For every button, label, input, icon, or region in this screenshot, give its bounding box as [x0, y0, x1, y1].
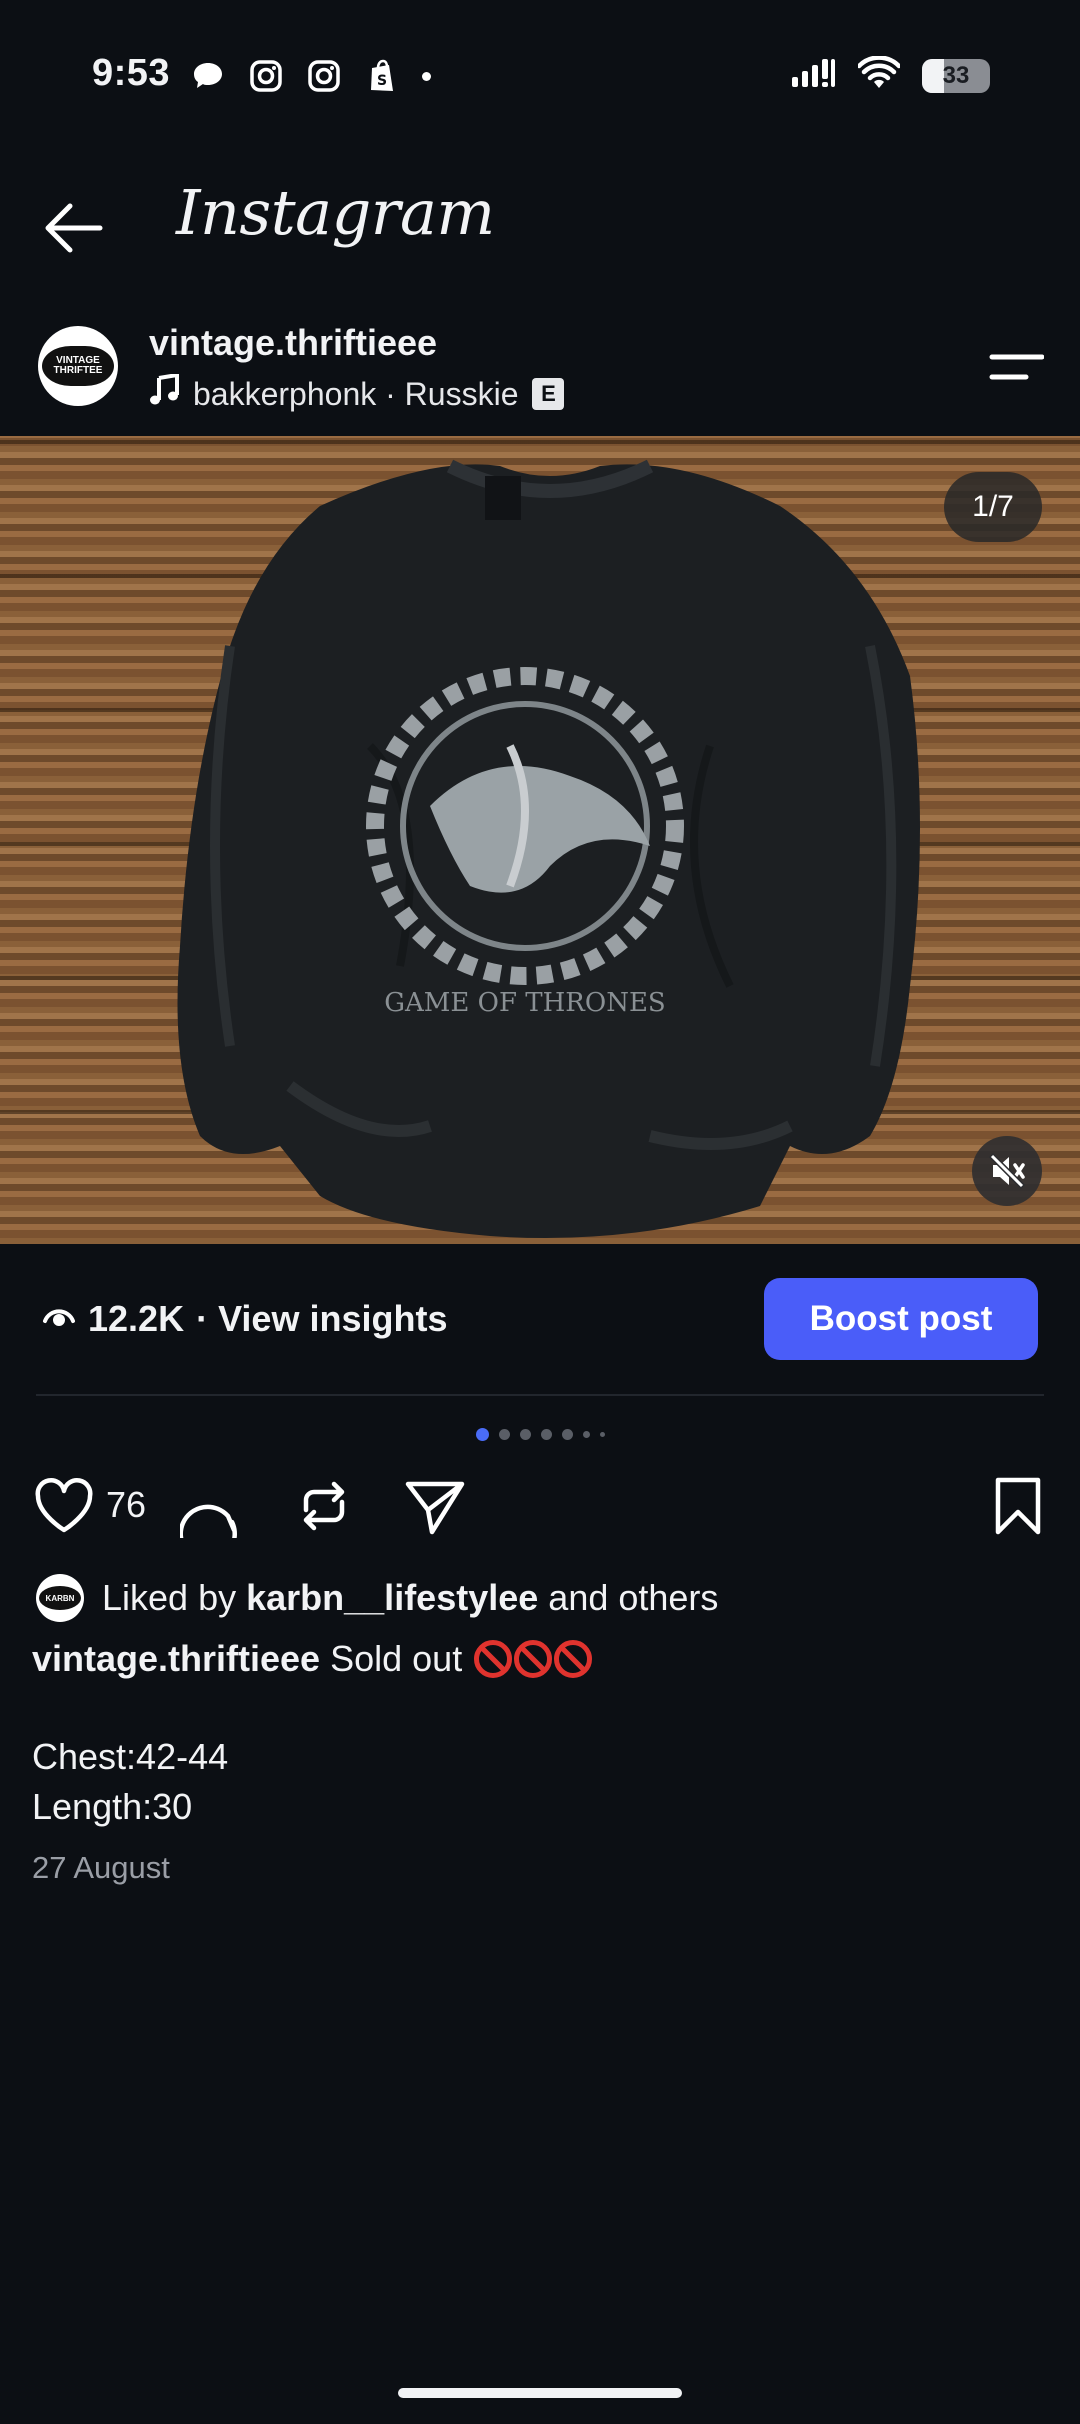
caption-text: Sold out — [330, 1638, 463, 1679]
back-arrow-icon[interactable] — [40, 196, 106, 260]
status-time: 9:53 — [92, 52, 171, 94]
carousel-dot-active — [475, 1428, 489, 1441]
bookmark-icon[interactable] — [986, 1474, 1050, 1538]
svg-text:S: S — [377, 73, 387, 89]
repost-icon[interactable] — [292, 1474, 356, 1538]
battery-icon: 33 — [922, 58, 990, 93]
status-notification-icons: S — [190, 58, 431, 94]
liked-by-user[interactable]: karbn__lifestylee — [246, 1577, 538, 1618]
like-count[interactable]: 76 — [106, 1484, 146, 1526]
shopify-icon: S — [364, 58, 400, 94]
liked-by-prefix: Liked by — [102, 1577, 237, 1618]
caption-username[interactable]: vintage.thriftieee — [32, 1638, 320, 1679]
audio-track[interactable]: bakkerphonk · Russkie E — [149, 372, 565, 414]
no-entry-emoji — [472, 1638, 593, 1679]
heart-icon[interactable] — [32, 1474, 96, 1538]
boost-post-button[interactable]: Boost post — [764, 1278, 1038, 1360]
menu-icon[interactable] — [988, 348, 1045, 388]
post-image[interactable]: GAME OF THRONES — [0, 436, 1080, 1244]
profile-avatar[interactable]: VINTAGE THRIFTEE — [38, 326, 118, 406]
more-notifications-dot — [422, 71, 431, 81]
post-actions-bar: 76 — [32, 1474, 1050, 1564]
liked-by-row[interactable]: KARBN Liked by karbn__lifestylee and oth… — [36, 1574, 718, 1622]
svg-text:GAME OF THRONES: GAME OF THRONES — [384, 988, 665, 1018]
liked-by-suffix: and others — [548, 1577, 719, 1618]
app-title: Instagram — [176, 176, 495, 249]
sweatshirt-photo: GAME OF THRONES — [177, 459, 920, 1238]
music-note-icon — [149, 372, 179, 414]
avatar-logo: VINTAGE THRIFTEE — [42, 346, 114, 386]
carousel-dot — [540, 1429, 552, 1440]
caption-line: Length:30 — [32, 1786, 193, 1827]
image-counter-badge: 1/7 — [944, 472, 1042, 542]
carousel-dot — [599, 1432, 605, 1437]
carousel-indicator — [0, 1428, 1080, 1441]
view-insights-link[interactable]: 12.2K · View insights — [42, 1298, 447, 1340]
audio-label: bakkerphonk · Russkie — [193, 375, 519, 412]
post-date: 27 August — [32, 1850, 170, 1885]
share-icon[interactable] — [402, 1474, 466, 1538]
threads-icon — [190, 58, 226, 94]
battery-level: 33 — [942, 61, 970, 89]
instagram-icon — [248, 58, 284, 94]
liker-avatar-logo: KARBN — [39, 1586, 81, 1610]
carousel-dot — [561, 1429, 573, 1440]
post-username[interactable]: vintage.thriftieee — [149, 322, 437, 364]
divider — [36, 1394, 1044, 1396]
caption-line: Chest:42-44 — [32, 1736, 229, 1777]
liker-avatar: KARBN — [36, 1574, 84, 1622]
home-indicator[interactable] — [398, 2388, 682, 2398]
instagram-icon — [306, 58, 342, 94]
signal-icon — [790, 57, 836, 94]
caption: vintage.thriftieee Sold out — [32, 1638, 593, 1680]
eye-icon — [42, 1298, 76, 1340]
views-count: 12.2K — [88, 1298, 185, 1339]
carousel-dot — [582, 1431, 590, 1438]
explicit-badge: E — [532, 378, 565, 410]
carousel-dot — [498, 1429, 510, 1440]
comment-icon[interactable] — [178, 1474, 244, 1564]
muted-audio-icon[interactable] — [972, 1136, 1042, 1206]
wifi-icon — [856, 55, 902, 95]
carousel-dot — [519, 1429, 531, 1440]
status-system-icons: 33 — [790, 55, 990, 95]
insights-label: · View insights — [196, 1298, 448, 1339]
